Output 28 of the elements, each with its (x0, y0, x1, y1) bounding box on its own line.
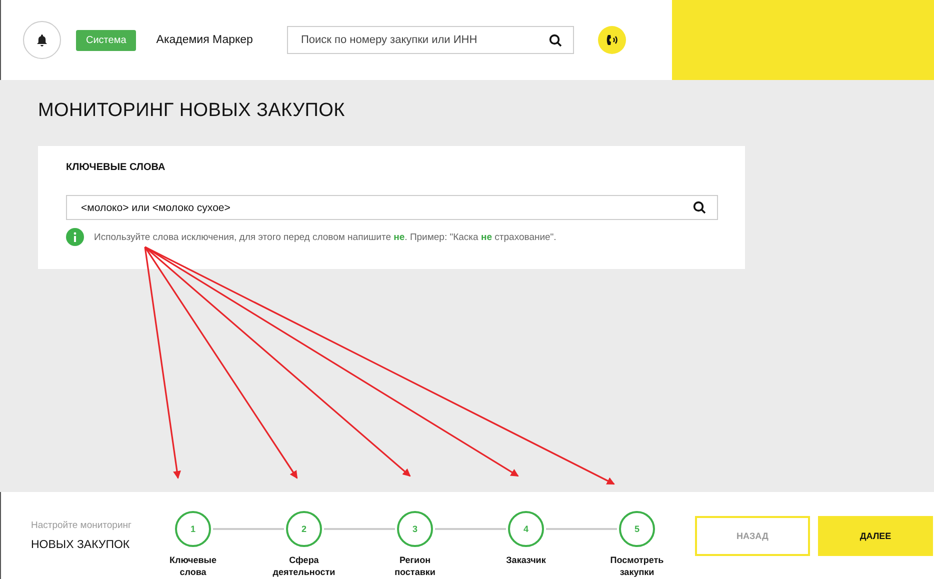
company-name: Академия Маркер (156, 34, 253, 46)
notification-button[interactable] (23, 21, 61, 59)
info-icon (66, 228, 84, 246)
step-label: Сфера деятельности (272, 555, 336, 578)
status-badge: Система (76, 30, 136, 50)
step-label: Ключевые слова (168, 555, 218, 578)
section-title: КЛЮЧЕВЫЕ СЛОВА (66, 162, 166, 173)
phone-icon (604, 33, 619, 47)
step-circle[interactable]: 3 (397, 511, 433, 548)
step-circle[interactable]: 2 (286, 511, 322, 548)
step-circle[interactable]: 1 (175, 511, 211, 548)
page-title: МОНИТОРИНГ НОВЫХ ЗАКУПОК (38, 100, 346, 122)
footer-caption: Настройте мониторинг (31, 520, 132, 531)
step-circle[interactable]: 4 (508, 511, 544, 548)
step-label: Заказчик (505, 555, 547, 566)
step-label: Регион поставки (394, 555, 436, 578)
keywords-field[interactable]: <молоко> или <молоко сухое> (66, 195, 718, 220)
next-button[interactable]: ДАЛЕЕ (818, 516, 933, 556)
bell-icon (36, 34, 48, 46)
call-button[interactable] (598, 26, 626, 54)
back-button[interactable]: НАЗАД (695, 516, 810, 556)
step-circle[interactable]: 5 (619, 511, 655, 548)
search-icon (693, 201, 706, 214)
search-field[interactable]: Поиск по номеру закупки или ИНН (286, 26, 574, 54)
step-label: Посмотреть закупки (609, 555, 665, 578)
search-icon (548, 34, 562, 46)
footer-title: НОВЫХ ЗАКУПОК (31, 539, 131, 551)
hint-text: Используйте слова исключения, для этого перед словом напишите не. Пример: "Каска не страхование". (94, 232, 556, 242)
